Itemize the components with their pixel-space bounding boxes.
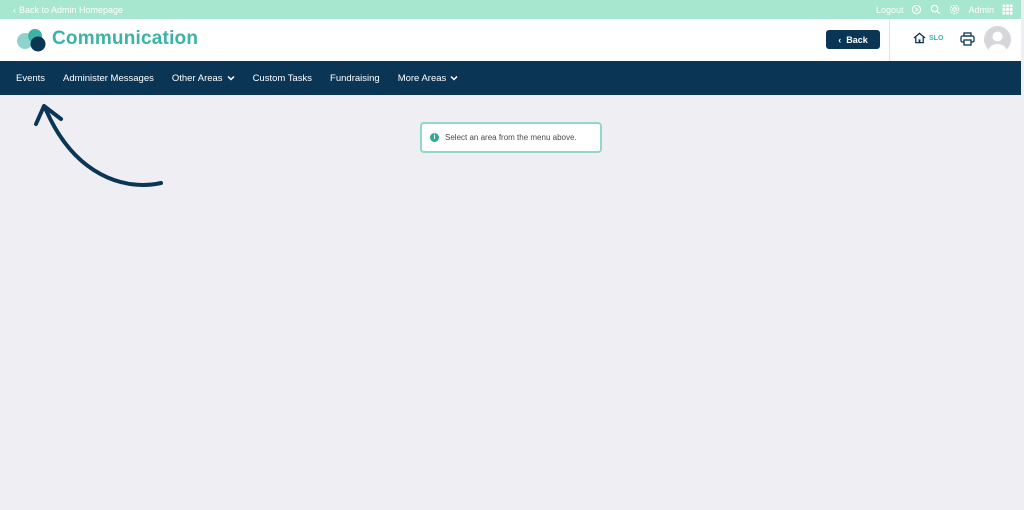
page-title: Communication: [52, 28, 199, 49]
logout-icon[interactable]: [911, 4, 922, 15]
nav-item-administer-messages[interactable]: Administer Messages: [63, 73, 154, 84]
nav-item-label: More Areas: [397, 72, 447, 84]
communication-logo-icon: [17, 29, 46, 52]
home-button[interactable]: SLO: [913, 32, 943, 44]
annotation-arrow: [34, 104, 163, 187]
back-button-label: Back: [846, 34, 868, 45]
info-icon: i: [430, 133, 439, 142]
search-icon[interactable]: [930, 4, 941, 15]
nav-item-other-areas[interactable]: Other Areas: [172, 73, 235, 84]
nav-item-label: Events: [16, 72, 46, 84]
info-message-text: Select an area from the menu above.: [445, 133, 577, 142]
chevron-down-icon: [450, 75, 458, 81]
nav-item-custom-tasks[interactable]: Custom Tasks: [253, 73, 312, 84]
print-icon[interactable]: [960, 32, 975, 46]
home-icon: [913, 32, 926, 44]
logout-link[interactable]: Logout: [876, 5, 904, 15]
chevron-left-icon: ‹: [838, 34, 842, 45]
main-nav: Events Administer Messages Other Areas C…: [0, 61, 1021, 95]
page-header: Communication ‹ Back SLO: [0, 19, 1021, 61]
info-message-box: i Select an area from the menu above.: [420, 122, 602, 153]
chevron-left-icon: ‹: [13, 4, 16, 15]
apps-grid-icon[interactable]: [1002, 4, 1013, 15]
top-utility-bar: ‹ Back to Admin Homepage Logout Admin: [0, 0, 1021, 19]
school-code: SLO: [929, 34, 944, 42]
chevron-down-icon: [227, 75, 235, 81]
avatar-icon: [988, 31, 1007, 53]
nav-item-label: Custom Tasks: [252, 72, 313, 84]
header-divider: [889, 19, 890, 61]
gear-icon[interactable]: [949, 4, 960, 15]
back-to-admin-label: Back to Admin Homepage: [19, 4, 124, 15]
admin-label[interactable]: Admin: [968, 5, 994, 15]
avatar[interactable]: [984, 26, 1011, 53]
nav-item-fundraising[interactable]: Fundraising: [330, 73, 380, 84]
nav-item-label: Other Areas: [171, 72, 223, 84]
nav-item-label: Administer Messages: [63, 72, 154, 84]
topbar-actions: Logout Admin: [876, 4, 1013, 15]
nav-item-events[interactable]: Events: [16, 73, 45, 84]
nav-item-more-areas[interactable]: More Areas: [398, 73, 459, 84]
back-button[interactable]: ‹ Back: [826, 30, 880, 49]
back-to-admin-link[interactable]: ‹ Back to Admin Homepage: [13, 5, 123, 15]
nav-item-label: Fundraising: [330, 72, 380, 84]
